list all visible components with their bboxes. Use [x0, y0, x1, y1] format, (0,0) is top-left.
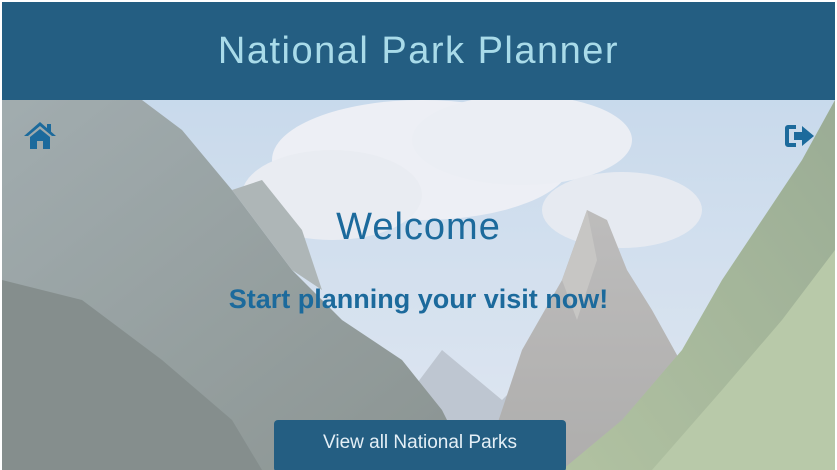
tagline-text: Start planning your visit now!	[228, 284, 609, 314]
app-header: National Park Planner	[2, 2, 835, 100]
app-page: National Park Planner Welcome Start plan…	[0, 0, 837, 470]
welcome-heading: Welcome	[336, 206, 501, 248]
view-all-parks-button[interactable]: View all National Parks	[274, 420, 566, 470]
home-icon[interactable]	[22, 118, 58, 154]
hero-section: Welcome Start planning your visit now! V…	[2, 100, 835, 470]
app-title: National Park Planner	[217, 29, 620, 72]
sign-out-icon[interactable]	[782, 118, 818, 154]
